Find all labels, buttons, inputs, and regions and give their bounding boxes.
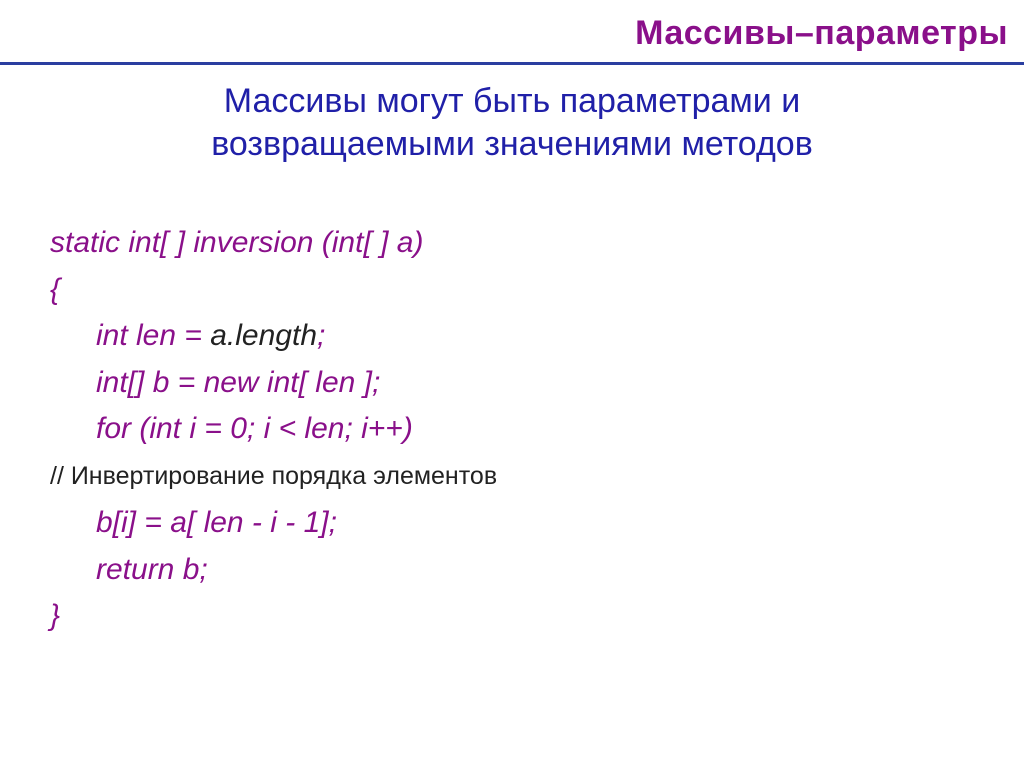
code-frag: int len = <box>96 319 210 352</box>
slide-title: Массивы–параметры <box>0 14 1024 53</box>
code-block: static int[ ] inversion (int[ ] a) { int… <box>50 220 974 640</box>
code-comment: // Инвертирование порядка элементов <box>50 453 974 501</box>
code-line-5: for (int i = 0; i < len; i++) <box>50 406 974 453</box>
code-frag-end: ; <box>317 319 325 352</box>
code-dark-frag: a.length <box>210 319 317 352</box>
subtitle-line2: возвращаемыми значениями методов <box>211 125 813 163</box>
code-line-4: int[] b = new int[ len ]; <box>50 360 974 407</box>
code-line-6: b[i] = a[ len - i - 1]; <box>50 500 974 547</box>
code-line-1: static int[ ] inversion (int[ ] a) <box>50 220 974 267</box>
code-line-3: int len = a.length; <box>50 313 974 360</box>
code-line-7: return b; <box>50 547 974 594</box>
subtitle-line1: Массивы могут быть параметрами и <box>224 82 800 120</box>
title-divider <box>0 62 1024 65</box>
code-line-2: { <box>50 267 974 314</box>
slide: Массивы–параметры Массивы могут быть пар… <box>0 0 1024 767</box>
code-line-8: } <box>50 593 974 640</box>
slide-subtitle: Массивы могут быть параметрами и возвращ… <box>0 80 1024 165</box>
